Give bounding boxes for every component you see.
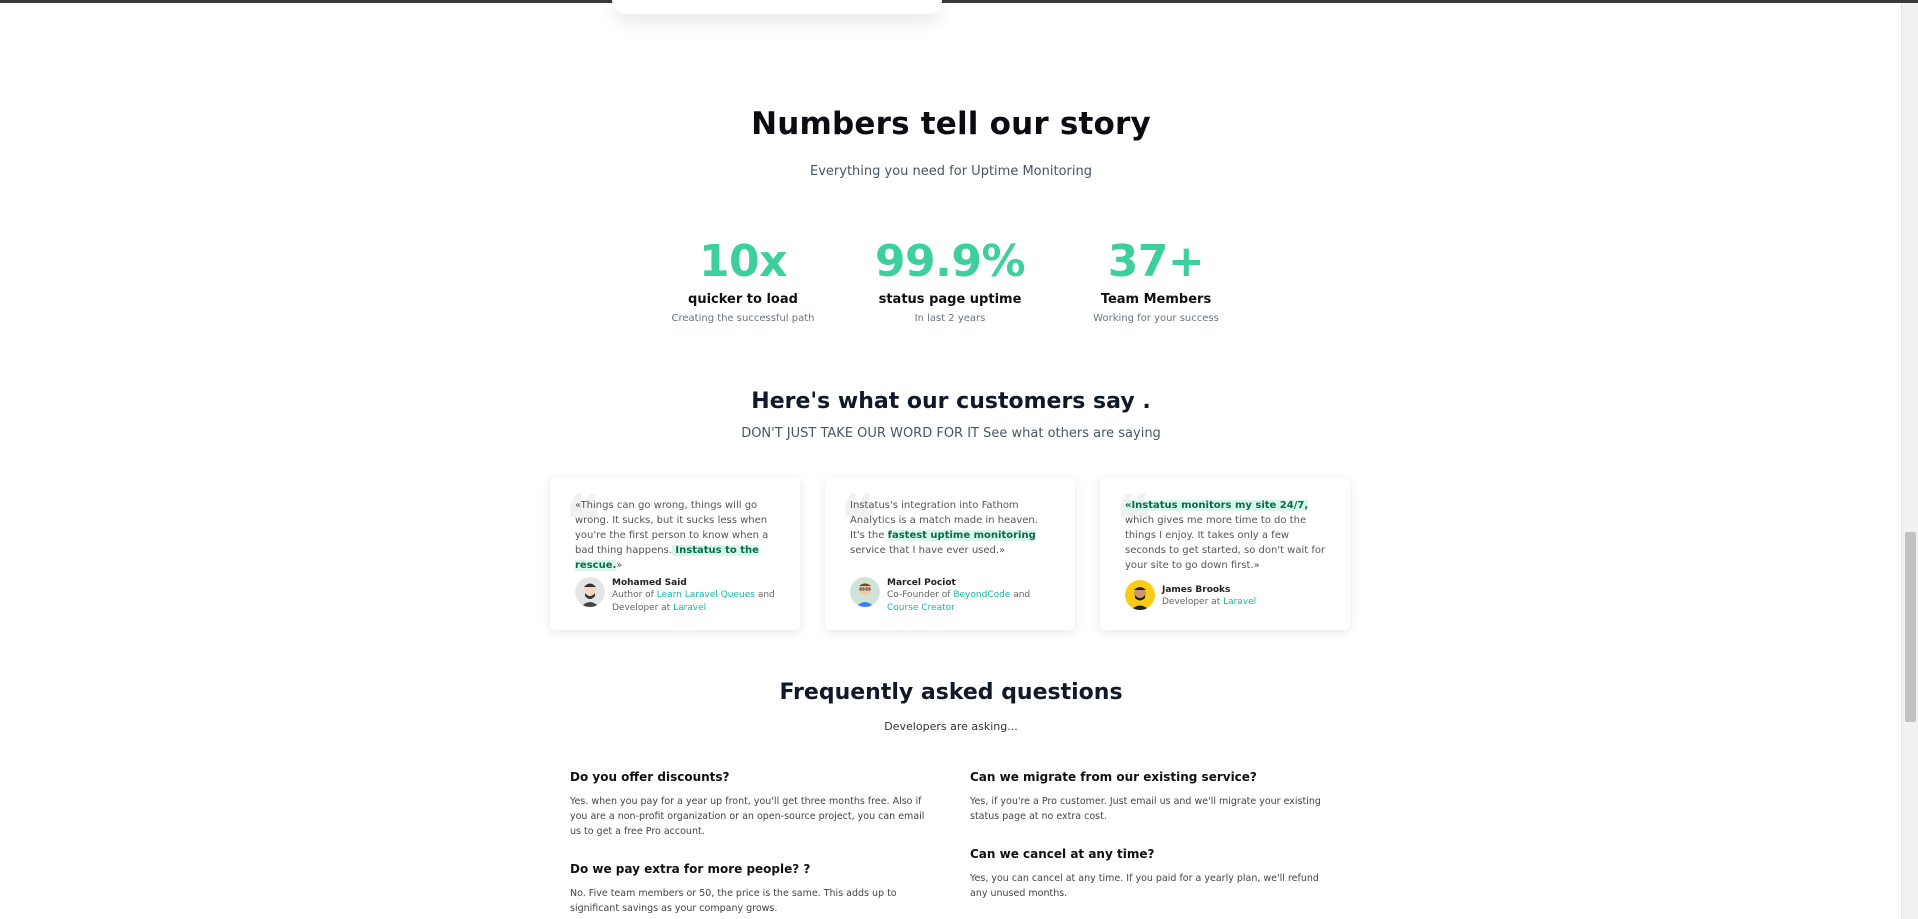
role-link[interactable]: BeyondCode — [953, 590, 1010, 600]
testimonial-quote: Instatus's integration into Fathom Analy… — [850, 500, 1038, 556]
testimonial-quote: «Instatus monitors my site 24/7, which g… — [1125, 500, 1326, 571]
faq-question[interactable]: Do you offer discounts? — [570, 770, 930, 784]
faq-question[interactable]: Can we cancel at any time? — [970, 847, 1330, 861]
faq-item: Do you offer discounts? Yes. when you pa… — [570, 770, 930, 839]
testimonial-author: Marcel Pociot — [887, 578, 956, 588]
stat-description: Creating the successful path — [671, 313, 815, 324]
stat-item: 10x quicker to load Creating the success… — [633, 236, 853, 324]
testimonial-card: ❝ «Instatus monitors my site 24/7, which… — [1100, 478, 1350, 630]
testimonial-author: James Brooks — [1162, 585, 1231, 595]
faq-answer: Yes, if you're a Pro customer. Just emai… — [970, 796, 1321, 822]
faq-item: Do we pay extra for more people? ? No. F… — [570, 862, 930, 916]
top-edge — [0, 0, 1918, 3]
stat-value: 37+ — [1107, 236, 1205, 287]
role-link[interactable]: Learn Laravel Queues — [657, 590, 755, 600]
testimonial-card: ❝ Instatus's integration into Fathom Ana… — [825, 478, 1075, 630]
faq-answer: Yes. when you pay for a year up front, y… — [570, 796, 925, 837]
stat-value: 99.9% — [874, 236, 1026, 287]
testimonial-role: Developer at Laravel — [1162, 597, 1257, 607]
stat-description: Working for your success — [1093, 313, 1219, 324]
faq-question[interactable]: Can we migrate from our existing service… — [970, 770, 1330, 784]
avatar — [575, 577, 605, 607]
faq-item: Can we migrate from our existing service… — [970, 770, 1330, 824]
testimonial-author: Mohamed Said — [612, 578, 687, 588]
stats-subtitle: Everything you need for Uptime Monitorin… — [810, 164, 1092, 179]
faq-answer: Yes, you can cancel at any time. If you … — [970, 873, 1319, 899]
scrollbar-track[interactable] — [1901, 3, 1918, 919]
role-link[interactable]: Course Creator — [887, 603, 955, 613]
stat-item: 37+ Team Members Working for your succes… — [1046, 236, 1266, 324]
stat-label: Team Members — [1100, 292, 1212, 307]
testimonials-subtitle: DON'T JUST TAKE OUR WORD FOR IT See what… — [741, 426, 1161, 441]
faq-answer: No. Five team members or 50, the price i… — [570, 888, 897, 914]
stats-title: Numbers tell our story — [751, 106, 1151, 142]
stat-label: quicker to load — [688, 292, 798, 307]
role-link[interactable]: Laravel — [673, 603, 706, 613]
stat-item: 99.9% status page uptime In last 2 years — [840, 236, 1060, 324]
stat-value: 10x — [698, 236, 788, 287]
previous-section-shadow — [612, 0, 942, 14]
scrollbar-thumb[interactable] — [1905, 532, 1916, 722]
role-link[interactable]: Laravel — [1223, 597, 1256, 607]
testimonial-role: Author of Learn Laravel Queues and Devel… — [612, 590, 775, 613]
stat-description: In last 2 years — [914, 313, 986, 324]
faq-subtitle: Developers are asking... — [884, 720, 1018, 733]
testimonial-quote: «Things can go wrong, things will go wro… — [575, 500, 769, 571]
testimonial-card: ❝ «Things can go wrong, things will go w… — [550, 478, 800, 630]
faq-title: Frequently asked questions — [779, 680, 1123, 705]
testimonials-title: Here's what our customers say . — [751, 389, 1151, 414]
avatar — [1125, 580, 1155, 610]
testimonial-role: Co-Founder of BeyondCode and Course Crea… — [887, 590, 1031, 613]
faq-item: Can we cancel at any time? Yes, you can … — [970, 847, 1330, 901]
faq-question[interactable]: Do we pay extra for more people? ? — [570, 862, 930, 876]
stat-label: status page uptime — [878, 292, 1022, 307]
avatar — [850, 577, 880, 607]
